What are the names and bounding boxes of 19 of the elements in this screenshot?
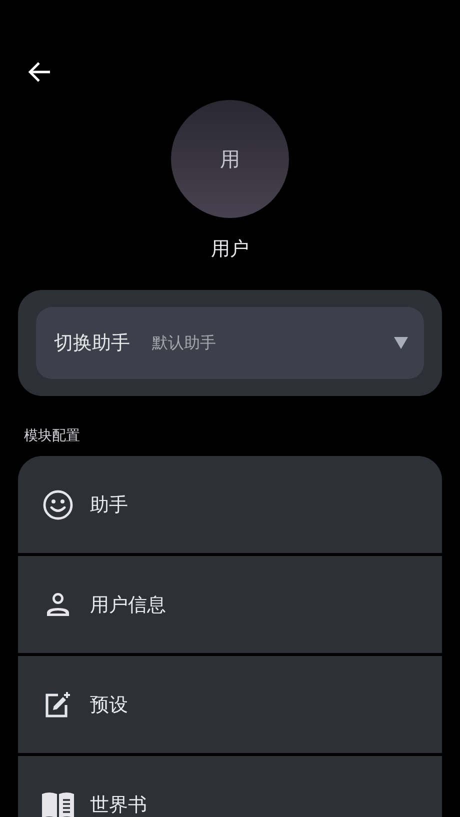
module-item[interactable]: 助手 (18, 456, 442, 553)
book-icon (41, 790, 75, 817)
dropdown-label: 切换助手 (54, 331, 130, 356)
section-title: 模块配置 (24, 427, 81, 446)
assistant-dropdown[interactable]: 切换助手 默认助手 (36, 307, 424, 379)
module-item[interactable]: 预设 (18, 656, 442, 753)
module-label: 助手 (90, 492, 128, 518)
module-label: 世界书 (90, 792, 147, 817)
module-label: 预设 (90, 692, 128, 718)
module-item[interactable]: 世界书 (18, 756, 442, 817)
edit-icon (44, 690, 72, 718)
module-item[interactable]: 用户信息 (18, 556, 442, 653)
avatar: 用 (171, 100, 289, 218)
dropdown-value: 默认助手 (152, 332, 217, 354)
module-label: 用户信息 (90, 592, 166, 618)
person-icon (45, 592, 71, 618)
smiley-icon (42, 488, 74, 520)
user-name: 用户 (211, 237, 249, 262)
dropdown-triangle-icon (394, 336, 408, 350)
